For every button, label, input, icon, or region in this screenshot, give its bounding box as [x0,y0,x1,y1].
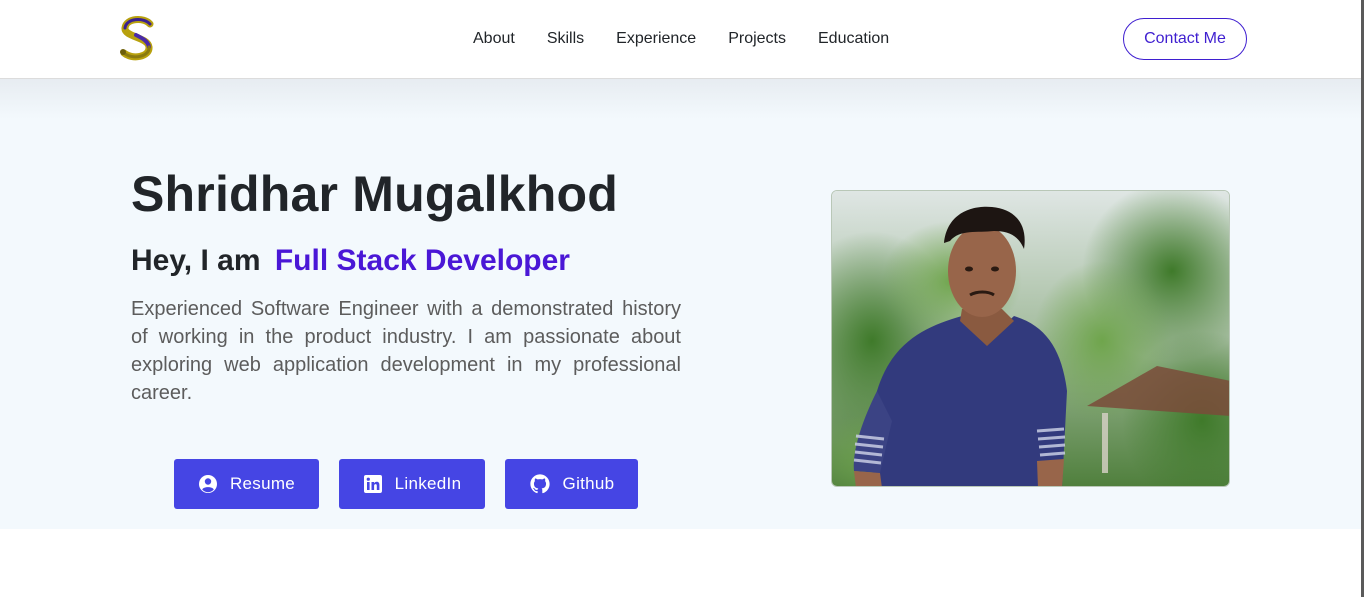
tagline-role: Full Stack Developer [274,244,570,277]
logo[interactable] [114,15,164,63]
linkedin-button-label: LinkedIn [394,474,462,493]
nav-link-about[interactable]: About [457,30,531,48]
github-icon [529,474,550,494]
github-button-label: Github [562,474,615,493]
main-nav: About Skills Experience Projects Educati… [457,0,905,78]
nav-link-skills[interactable]: Skills [531,30,600,48]
user-circle-icon [198,475,217,493]
nav-link-projects[interactable]: Projects [712,30,802,48]
linkedin-button[interactable]: LinkedIn [339,459,485,509]
nav-link-education[interactable]: Education [802,30,905,48]
navbar-shadow [0,79,1361,119]
logo-icon [120,16,154,61]
linkedin-icon [363,475,382,493]
navbar: About Skills Experience Projects Educati… [0,0,1364,79]
resume-button-label: Resume [229,474,296,493]
profile-photo [831,190,1230,487]
profile-photo-image [832,191,1229,486]
hero-about-text: Experienced Software Engineer with a dem… [131,298,681,404]
hero-section: Shridhar Mugalkhod Hey, I am Full Stack … [0,79,1361,529]
nav-link-experience[interactable]: Experience [600,30,712,48]
contact-me-button[interactable]: Contact Me [1123,18,1247,60]
hero-name: Shridhar Mugalkhod [131,166,618,222]
tagline-greeting: Hey, I am [131,244,261,277]
github-button[interactable]: Github [505,459,638,509]
hero-tagline: Hey, I am Full Stack Developer [131,244,570,278]
resume-button[interactable]: Resume [174,459,319,509]
